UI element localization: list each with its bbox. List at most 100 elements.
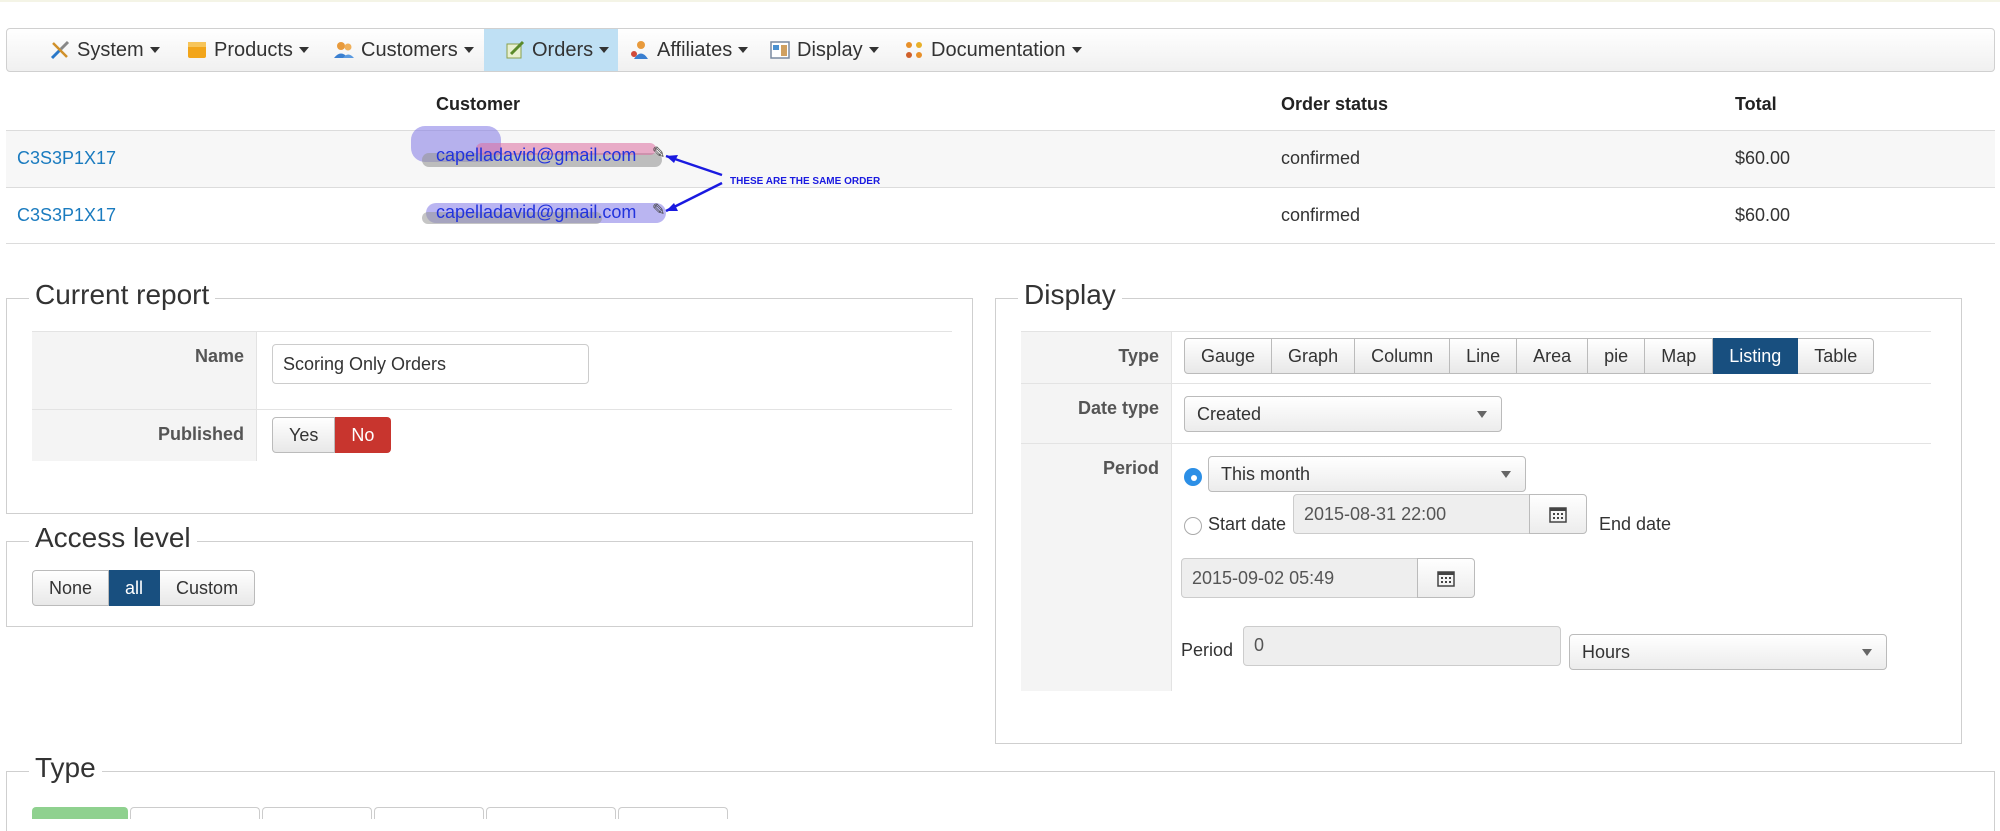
box-icon — [188, 42, 206, 58]
type-tab[interactable] — [618, 807, 728, 819]
menu-system[interactable]: System — [49, 29, 160, 71]
published-no-button[interactable]: No — [335, 417, 392, 453]
order-total: $60.00 — [1735, 148, 1791, 168]
start-date-label: Start date — [1208, 514, 1287, 534]
table-row: C3S3P1X17 capelladavid@gmail.com ✎ confi… — [6, 126, 1995, 187]
access-level-toggle: None all Custom — [32, 570, 256, 606]
menu-label: System — [77, 38, 144, 61]
table-row: C3S3P1X17 capelladavid@gmail.com ✎ confi… — [6, 187, 1995, 244]
menu-display[interactable]: Display — [769, 29, 879, 71]
users-icon — [334, 42, 354, 58]
published-yes-button[interactable]: Yes — [272, 417, 336, 453]
orders-icon — [506, 40, 525, 59]
menu-label: Documentation — [931, 38, 1066, 61]
access-all-button[interactable]: all — [109, 570, 161, 606]
published-toggle: Yes No — [272, 417, 392, 453]
type-area-button[interactable]: Area — [1517, 338, 1589, 374]
chevron-down-icon — [1071, 47, 1082, 53]
calendar-icon — [1549, 507, 1567, 523]
end-date-input[interactable]: 2015-09-02 05:49 — [1181, 558, 1418, 598]
type-column-button[interactable]: Column — [1355, 338, 1451, 374]
type-gauge-button[interactable]: Gauge — [1184, 338, 1273, 374]
chevron-down-icon — [298, 47, 309, 53]
current-report-legend: Current report — [29, 279, 216, 311]
start-date-radio[interactable] — [1184, 517, 1202, 535]
col-header-total: Total — [1735, 94, 1777, 114]
display-legend: Display — [1018, 279, 1122, 311]
order-status: confirmed — [1281, 205, 1361, 225]
period-unit-value: Hours — [1582, 641, 1631, 662]
type-tab[interactable] — [130, 807, 260, 819]
type-label: Type — [1021, 332, 1172, 383]
menu-affiliates[interactable]: Affiliates — [629, 29, 749, 71]
end-date-label: End date — [1599, 514, 1672, 534]
type-map-button[interactable]: Map — [1645, 338, 1714, 374]
menu-label: Products — [214, 38, 293, 61]
type-listing-button[interactable]: Listing — [1713, 338, 1799, 374]
documentation-icon — [906, 42, 922, 58]
top-border — [0, 0, 2000, 2]
type-tab[interactable] — [262, 807, 372, 819]
chevron-down-icon — [599, 47, 610, 53]
name-label: Name — [32, 332, 257, 409]
chevron-down-icon — [149, 47, 160, 53]
type-toggle: Gauge Graph Column Line Area pie Map Lis… — [1184, 338, 1875, 374]
date-type-value: Created — [1197, 403, 1262, 424]
date-type-select[interactable]: Created — [1184, 396, 1502, 432]
period-label: Period — [1021, 444, 1172, 691]
chevron-down-icon — [463, 47, 474, 53]
chevron-down-icon — [1477, 411, 1487, 418]
order-number-link[interactable]: C3S3P1X17 — [17, 148, 116, 169]
menu-documentation[interactable]: Documentation — [903, 29, 1082, 71]
published-label: Published — [32, 410, 257, 461]
menu-customers[interactable]: Customers — [333, 29, 474, 71]
date-type-label: Date type — [1021, 384, 1172, 443]
tools-icon — [50, 40, 70, 60]
type-table-button[interactable]: Table — [1798, 338, 1875, 374]
period-value-label: Period — [1181, 640, 1234, 660]
menu-label: Customers — [361, 38, 458, 61]
period-preset-radio[interactable] — [1184, 468, 1202, 486]
type-fieldset: Type — [6, 752, 1995, 831]
start-date-calendar-button[interactable] — [1529, 494, 1587, 534]
type-legend: Type — [29, 752, 102, 784]
annotation-arrows — [665, 154, 723, 213]
col-header-order-status: Order status — [1281, 94, 1389, 114]
menu-label: Orders — [532, 38, 594, 61]
annotation-text: THESE ARE THE SAME ORDER — [730, 176, 881, 187]
period-row: Period This month Start date 2015-08-31 … — [1021, 443, 1931, 691]
current-report-fieldset: Current report Name Scoring Only Orders … — [6, 279, 973, 514]
type-pie-button[interactable]: pie — [1588, 338, 1646, 374]
start-date-input[interactable]: 2015-08-31 22:00 — [1293, 494, 1530, 534]
affiliates-icon — [631, 41, 648, 59]
display-fieldset: Display Type Gauge Graph Column Line Are… — [995, 279, 1962, 744]
chevron-down-icon — [1501, 471, 1511, 478]
access-none-button[interactable]: None — [32, 570, 110, 606]
order-number-link[interactable]: C3S3P1X17 — [17, 205, 116, 226]
type-line-button[interactable]: Line — [1450, 338, 1518, 374]
chevron-down-icon — [738, 47, 749, 53]
menu-products[interactable]: Products — [186, 29, 309, 71]
period-value-input[interactable]: 0 — [1243, 626, 1561, 666]
type-graph-button[interactable]: Graph — [1272, 338, 1356, 374]
customer-email: capelladavid@gmail.com — [436, 202, 637, 222]
type-tab[interactable] — [374, 807, 484, 819]
order-status: confirmed — [1281, 148, 1361, 168]
chevron-down-icon — [868, 47, 879, 53]
report-name-input[interactable]: Scoring Only Orders — [272, 344, 589, 384]
access-custom-button[interactable]: Custom — [160, 570, 256, 606]
display-icon — [770, 41, 790, 59]
type-tab-active[interactable] — [32, 807, 128, 819]
end-date-calendar-button[interactable] — [1417, 558, 1475, 598]
calendar-icon — [1437, 571, 1455, 587]
period-unit-select[interactable]: Hours — [1569, 634, 1887, 670]
order-total: $60.00 — [1735, 205, 1791, 225]
menu-label: Affiliates — [657, 38, 733, 61]
menu-orders[interactable]: Orders — [484, 29, 618, 71]
menu-label: Display — [797, 38, 863, 61]
date-type-row: Date type Created — [1021, 383, 1931, 443]
type-tab[interactable] — [486, 807, 616, 819]
period-preset-select[interactable]: This month — [1208, 456, 1526, 492]
customer-email: capelladavid@gmail.com — [436, 145, 637, 165]
access-level-legend: Access level — [29, 522, 197, 554]
